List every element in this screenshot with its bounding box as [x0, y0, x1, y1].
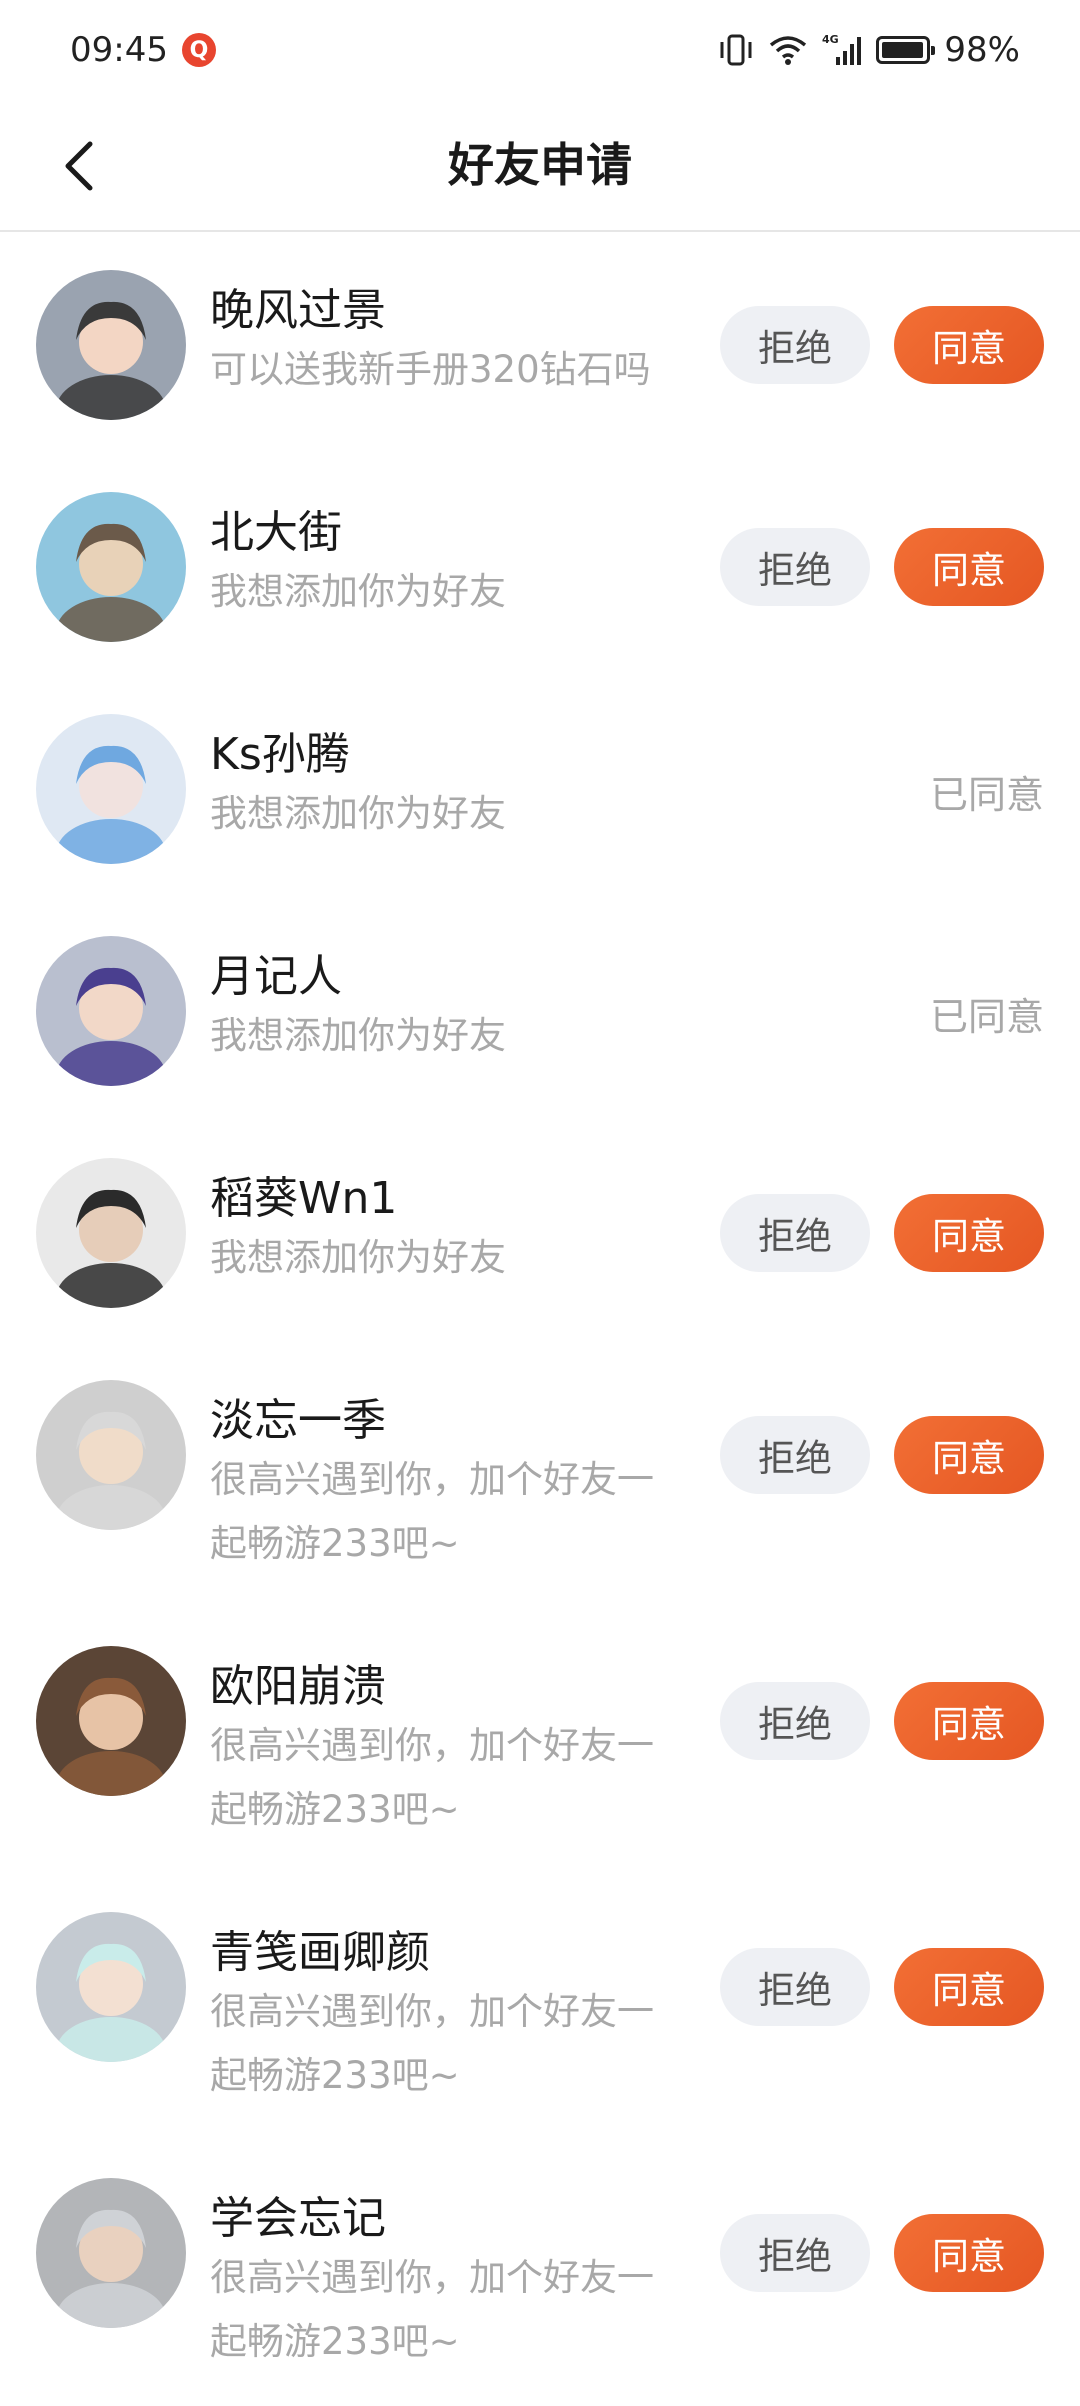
request-message: 很高兴遇到你，加个好友一起畅游233吧~: [210, 1724, 654, 1831]
reject-button[interactable]: 拒绝: [720, 2214, 870, 2292]
friend-request-row: 北大街我想添加你为好友 拒绝 同意: [0, 454, 1080, 676]
requester-name: 欧阳崩溃: [210, 1661, 386, 1712]
request-message: 可以送我新手册320钻石吗: [210, 348, 651, 391]
request-message: 我想添加你为好友: [210, 1236, 506, 1279]
accept-button[interactable]: 同意: [894, 1682, 1044, 1760]
accept-button[interactable]: 同意: [894, 1416, 1044, 1494]
requester-name: 学会忘记: [210, 2193, 386, 2244]
request-message: 很高兴遇到你，加个好友一起畅游233吧~: [210, 1458, 654, 1565]
reject-button[interactable]: 拒绝: [720, 1948, 870, 2026]
reject-button[interactable]: 拒绝: [720, 1682, 870, 1760]
avatar[interactable]: [36, 714, 186, 864]
friend-request-row: 晚风过景可以送我新手册320钻石吗 拒绝 同意: [0, 232, 1080, 454]
accept-button[interactable]: 同意: [894, 2214, 1044, 2292]
status-time: 09:45: [70, 30, 168, 70]
accept-button[interactable]: 同意: [894, 1948, 1044, 2026]
battery-icon: [876, 36, 936, 64]
avatar[interactable]: [36, 1380, 186, 1530]
battery-percent: 98%: [944, 30, 1020, 70]
friend-request-row: 欧阳崩溃很高兴遇到你，加个好友一起畅游233吧~ 拒绝 同意: [0, 1608, 1080, 1874]
friend-request-list: 晚风过景 可以送我新手册320钻石吗 拒绝 同意 北大街 我想添加你为好友 拒绝 同意 Ks孙腾…: [0, 232, 1080, 2406]
friend-request-row: 淡忘一季很高兴遇到你，加个好友一起畅游233吧~ 拒绝 同意: [0, 1342, 1080, 1608]
requester-name: 淡忘一季: [210, 1395, 386, 1446]
friend-request-row: 青笺画卿颜很高兴遇到你，加个好友一起畅游233吧~ 拒绝 同意: [0, 1874, 1080, 2140]
request-message: 我想添加你为好友: [210, 792, 506, 835]
requester-name: 稻葵Wn1: [210, 1173, 398, 1224]
request-message: 很高兴遇到你，加个好友一起畅游233吧~: [210, 2256, 654, 2363]
request-message: 很高兴遇到你，加个好友一起畅游233吧~: [210, 1990, 654, 2097]
avatar[interactable]: [36, 492, 186, 642]
requester-name: 晚风过景: [210, 285, 386, 336]
notification-badge-icon: Q: [181, 33, 216, 67]
reject-button[interactable]: 拒绝: [720, 1194, 870, 1272]
cellular-signal-icon: 4G: [822, 33, 862, 67]
request-message: 我想添加你为好友: [210, 570, 506, 613]
request-message: 我想添加你为好友: [210, 1014, 506, 1057]
reject-button[interactable]: 拒绝: [720, 306, 870, 384]
avatar[interactable]: [36, 1158, 186, 1308]
friend-request-row: 月记人我想添加你为好友 已同意: [0, 898, 1080, 1120]
navigation-bar: 好友申请: [0, 100, 1080, 232]
avatar[interactable]: [36, 1912, 186, 2062]
requester-name: 北大街: [210, 507, 342, 558]
friend-request-row: 学会忘记很高兴遇到你，加个好友一起畅游233吧~ 拒绝 同意: [0, 2140, 1080, 2406]
avatar[interactable]: [36, 270, 186, 420]
avatar[interactable]: [36, 2178, 186, 2328]
requester-name: Ks孙腾: [210, 729, 350, 780]
accept-button[interactable]: 同意: [894, 528, 1044, 606]
requester-name: 月记人: [210, 951, 342, 1002]
avatar[interactable]: [36, 936, 186, 1086]
wifi-icon: [768, 34, 808, 66]
friend-request-row: Ks孙腾我想添加你为好友 已同意: [0, 676, 1080, 898]
page-title: 好友申请: [448, 138, 632, 192]
accepted-status-label: 已同意: [929, 995, 1044, 1039]
reject-button[interactable]: 拒绝: [720, 528, 870, 606]
vibrate-icon: [718, 33, 754, 67]
accepted-status-label: 已同意: [929, 773, 1044, 817]
friend-request-row: 稻葵Wn1 我想添加你为好友 拒绝 同意: [0, 1120, 1080, 1342]
network-type-label: 4G: [822, 33, 839, 46]
accept-button[interactable]: 同意: [894, 306, 1044, 384]
status-bar: 09:45 Q 4G 98%: [0, 0, 1080, 100]
reject-button[interactable]: 拒绝: [720, 1416, 870, 1494]
avatar[interactable]: [36, 1646, 186, 1796]
requester-name: 青笺画卿颜: [210, 1927, 430, 1978]
accept-button[interactable]: 同意: [894, 1194, 1044, 1272]
